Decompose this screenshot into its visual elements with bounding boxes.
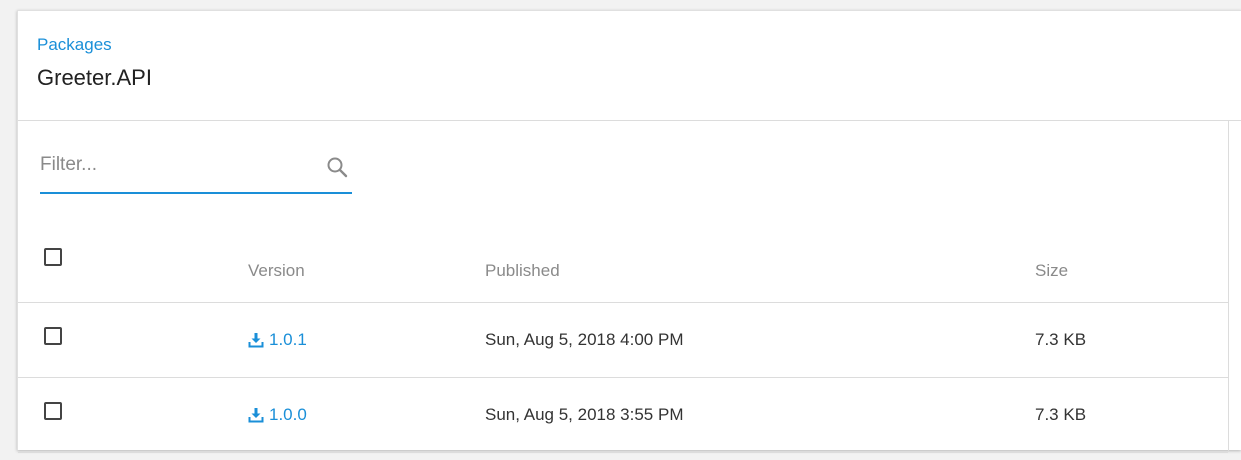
column-header-size[interactable]: Size — [1035, 261, 1068, 281]
select-all-checkbox[interactable] — [44, 248, 62, 266]
download-icon — [248, 407, 264, 423]
search-icon[interactable] — [325, 155, 349, 179]
page-header: Packages Greeter.API — [18, 11, 1241, 121]
version-label: 1.0.0 — [269, 405, 307, 424]
row-checkbox[interactable] — [44, 402, 62, 420]
versions-table: Version Published Size 1.0.1 Sun, Aug 5,… — [18, 229, 1228, 453]
package-size: 7.3 KB — [1035, 330, 1087, 349]
filter-underline — [40, 192, 352, 194]
versions-panel: Version Published Size 1.0.1 Su — [18, 121, 1229, 453]
published-date: Sun, Aug 5, 2018 4:00 PM — [485, 330, 684, 349]
table-row: 1.0.1 Sun, Aug 5, 2018 4:00 PM 7.3 KB — [18, 303, 1228, 378]
table-row: 1.0.0 Sun, Aug 5, 2018 3:55 PM 7.3 KB — [18, 378, 1228, 453]
version-download-link[interactable]: 1.0.0 — [248, 405, 307, 425]
download-icon — [248, 332, 264, 348]
breadcrumb-packages-link[interactable]: Packages — [37, 35, 112, 55]
version-label: 1.0.1 — [269, 330, 307, 349]
filter-input[interactable] — [40, 149, 320, 181]
version-download-link[interactable]: 1.0.1 — [248, 330, 307, 350]
published-date: Sun, Aug 5, 2018 3:55 PM — [485, 405, 684, 424]
table-header-row: Version Published Size — [18, 229, 1228, 303]
package-size: 7.3 KB — [1035, 405, 1087, 424]
package-card: Packages Greeter.API Version Published S… — [17, 10, 1241, 453]
filter-field — [40, 149, 352, 194]
column-header-version[interactable]: Version — [248, 261, 305, 281]
page-title: Greeter.API — [37, 65, 152, 90]
row-checkbox[interactable] — [44, 327, 62, 345]
column-header-published[interactable]: Published — [485, 261, 560, 281]
